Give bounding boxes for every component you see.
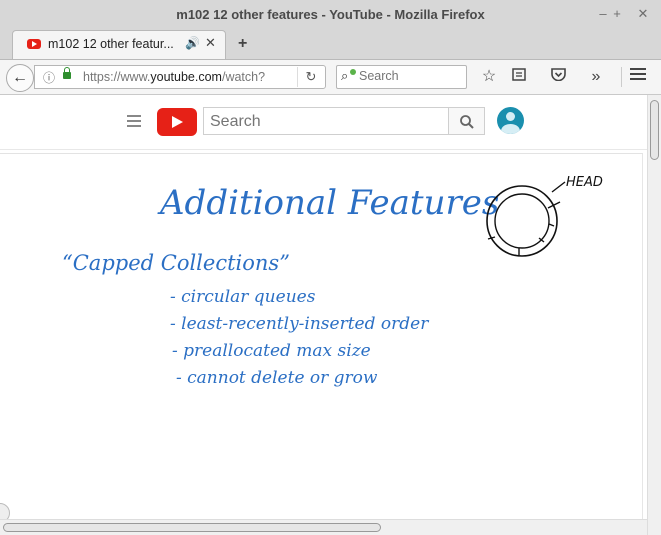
horizontal-scrollbar[interactable] [0, 519, 647, 535]
navigation-toolbar: ← ⓘ https://www.youtube.com/watch? ↻ ⌕ ☆… [0, 59, 661, 95]
horizontal-scroll-thumb[interactable] [3, 523, 381, 532]
overflow-icon[interactable]: » [586, 67, 606, 87]
reload-button[interactable]: ↻ [297, 67, 324, 87]
lock-icon[interactable] [63, 67, 71, 79]
tab-bar: m102 12 other featur... 🔊 ✕ + [0, 30, 661, 60]
subheading-text: “Capped Collections” [62, 251, 290, 275]
page-content: Additional Features “Capped Collections”… [0, 95, 650, 535]
browser-search-bar[interactable]: ⌕ [336, 65, 467, 89]
youtube-favicon-icon [27, 39, 41, 49]
close-window-button[interactable]: ✕ [634, 5, 652, 23]
bullet-2: - least-recently-inserted order [170, 314, 429, 334]
tab-close-icon[interactable]: ✕ [205, 35, 216, 51]
info-icon[interactable]: ⓘ [43, 69, 55, 86]
star-icon[interactable]: ☆ [479, 67, 499, 87]
avatar[interactable] [497, 107, 524, 134]
maximize-button[interactable]: + [608, 5, 626, 23]
window-titlebar: m102 12 other features - YouTube - Mozil… [0, 0, 661, 31]
url-text[interactable]: https://www.youtube.com/watch? [83, 70, 265, 84]
bullet-3: - preallocated max size [172, 341, 371, 361]
menu-icon[interactable] [628, 67, 648, 87]
video-player[interactable]: Additional Features “Capped Collections”… [0, 153, 643, 523]
search-engine-icon[interactable]: ⌕ [341, 68, 357, 84]
tab-title: m102 12 other featur... [48, 37, 174, 51]
pocket-icon[interactable] [548, 67, 568, 87]
browser-search-input[interactable] [359, 69, 459, 83]
heading-text: Additional Features [157, 183, 499, 223]
vertical-scrollbar[interactable] [647, 95, 661, 535]
window-title: m102 12 other features - YouTube - Mozil… [176, 7, 485, 22]
back-button[interactable]: ← [6, 64, 34, 92]
speaker-icon[interactable]: 🔊 [185, 36, 200, 50]
youtube-header [0, 95, 650, 150]
bullet-1: - circular queues [170, 287, 316, 307]
tab-youtube[interactable]: m102 12 other featur... 🔊 ✕ [12, 30, 226, 60]
toolbar-separator [621, 67, 622, 87]
youtube-search-input[interactable] [210, 113, 440, 131]
url-bar[interactable]: ⓘ https://www.youtube.com/watch? ↻ [34, 65, 326, 89]
bullet-4: - cannot delete or grow [176, 368, 378, 388]
vertical-scroll-thumb[interactable] [650, 100, 659, 160]
youtube-logo-icon[interactable] [157, 108, 197, 136]
guide-menu-icon[interactable] [127, 115, 141, 127]
search-icon [459, 115, 474, 129]
new-tab-button[interactable]: + [238, 35, 247, 53]
reading-list-icon[interactable] [509, 67, 529, 87]
youtube-search-button[interactable] [449, 107, 485, 135]
whiteboard-drawing: Additional Features “Capped Collections”… [62, 175, 603, 388]
head-label: HEAD [566, 175, 603, 190]
youtube-search-box[interactable] [203, 107, 449, 135]
circular-buffer-diagram: HEAD [486, 175, 603, 257]
